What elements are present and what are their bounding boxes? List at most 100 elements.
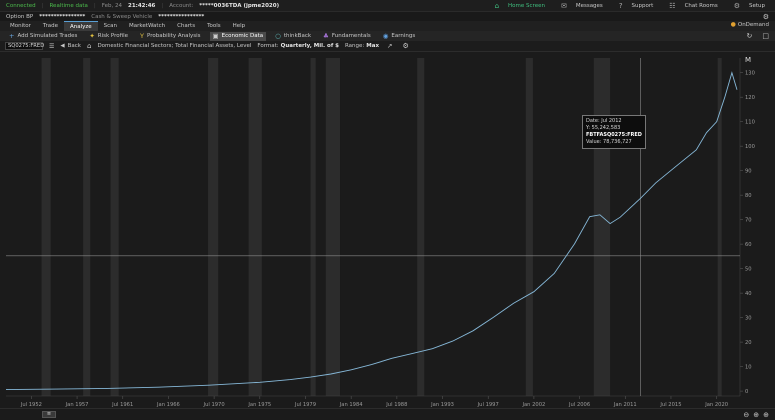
- recession-band: [593, 58, 611, 396]
- status-action-setup[interactable]: ⚙ Setup: [728, 2, 765, 10]
- tooltip-value-label: Value:: [586, 139, 602, 145]
- subtab-economic-data[interactable]: ▣ Economic Data: [209, 31, 267, 41]
- subtab-add-simulated-trades[interactable]: + Add Simulated Trades: [6, 32, 80, 41]
- format-label: Format:: [257, 43, 279, 49]
- chart-area[interactable]: Jul 1952 Jan 1957 Jul 1961 Jan 1966 Jul 1970…: [0, 52, 775, 408]
- probability-icon: Y: [140, 32, 145, 40]
- status-time: 21:42:46: [128, 2, 156, 9]
- tooltip-date-value: Jul 2012: [601, 118, 622, 124]
- chart-tooltip: Date: Jul 2012 Y: 55,242,583 FBTFASQ0275…: [582, 115, 646, 149]
- status-date: Feb, 24: [101, 2, 122, 9]
- subtab-fundamentals[interactable]: ♣ Fundamentals: [320, 32, 374, 41]
- status-action-label: Home Screen: [508, 2, 545, 9]
- tab-analyze[interactable]: Analyze: [63, 21, 98, 31]
- recession-band: [310, 58, 316, 396]
- subtab-label: Economic Data: [221, 33, 264, 39]
- subtab-probability-analysis[interactable]: Y Probability Analysis: [137, 32, 203, 41]
- status-action-label: Support: [631, 2, 654, 9]
- plus-icon: +: [9, 32, 15, 40]
- thinkback-icon: ○: [275, 32, 281, 40]
- zoom-out-icon[interactable]: ⊖: [743, 411, 749, 419]
- range-label: Range:: [344, 43, 365, 49]
- y-tick-label: 120: [745, 95, 755, 101]
- recession-band: [417, 58, 425, 396]
- symbol-input[interactable]: SQ0275:FRED: [5, 42, 44, 50]
- status-action-chat-rooms[interactable]: ☷ Chat Rooms: [663, 2, 717, 10]
- analyze-subtab-bar: + Add Simulated Trades ✦ Risk Profile Y Proba…: [0, 31, 775, 41]
- home-icon[interactable]: ⌂: [87, 42, 91, 50]
- y-unit-label: M: [745, 56, 751, 64]
- cash-sweep-label: Cash & Sweep Vehicle: [91, 13, 153, 20]
- share-icon[interactable]: ↗: [387, 42, 392, 50]
- chart-bottom-bar: ≡ ⊖ ⊕ ⊕: [0, 408, 775, 420]
- chat-icon: ☷: [669, 1, 676, 10]
- tooltip-y-value: 55,242,583: [591, 125, 621, 131]
- tab-charts[interactable]: Charts: [171, 21, 201, 31]
- y-tick-label: 90: [745, 169, 752, 175]
- subtab-label: Earnings: [391, 33, 416, 39]
- earnings-icon: ◉: [382, 32, 389, 40]
- back-button[interactable]: ◀ Back: [60, 43, 81, 49]
- y-tick-label: 0: [745, 389, 748, 395]
- format-value: Quarterly, Mil. of $: [280, 43, 339, 49]
- series-description: Domestic Financial Sectors; Total Financ…: [97, 43, 252, 49]
- subtab-label: Fundamentals: [331, 33, 371, 39]
- y-tick-label: 100: [745, 144, 755, 150]
- subtab-label: Add Simulated Trades: [17, 33, 78, 39]
- scrollbar-thumb[interactable]: ≡: [42, 411, 56, 418]
- status-action-support[interactable]: ? Support: [613, 2, 653, 10]
- refresh-icon[interactable]: ↻: [747, 32, 753, 40]
- settings-gear-icon[interactable]: ⚙: [402, 42, 408, 50]
- main-tab-bar: Monitor Trade Analyze Scan MarketWatch Charts…: [0, 21, 775, 31]
- subtab-earnings[interactable]: ◉ Earnings: [380, 32, 419, 41]
- ondemand-label: OnDemand: [737, 21, 769, 28]
- crosshair-icon[interactable]: ⊕: [753, 411, 759, 419]
- tab-scan[interactable]: Scan: [98, 21, 123, 31]
- status-action-home-screen[interactable]: ⌂ Home Screen: [489, 2, 545, 10]
- tab-marketwatch[interactable]: MarketWatch: [123, 21, 171, 31]
- data-mode: Realtime data: [49, 2, 88, 9]
- collapse-icon[interactable]: □: [762, 32, 769, 40]
- subtab-label: Risk Profile: [97, 33, 129, 39]
- option-bp-value: ****************: [39, 13, 86, 20]
- recession-band: [41, 58, 51, 396]
- recession-band: [325, 58, 341, 396]
- recession-band: [248, 58, 262, 396]
- subtab-label: thinkBack: [283, 33, 312, 39]
- home-icon: ⌂: [494, 1, 500, 10]
- y-tick-label: 20: [745, 340, 752, 346]
- cash-sweep-value: ****************: [158, 13, 205, 20]
- tab-trade[interactable]: Trade: [37, 21, 64, 31]
- recession-band: [110, 58, 119, 396]
- tab-monitor[interactable]: Monitor: [4, 21, 37, 31]
- economic-data-chart[interactable]: Jul 1952 Jan 1957 Jul 1961 Jan 1966 Jul 1970…: [0, 52, 775, 408]
- option-bp-label: Option BP: [6, 13, 34, 20]
- link-icon[interactable]: ☰: [49, 43, 54, 50]
- subtab-thinkback[interactable]: ○ thinkBack: [272, 32, 314, 41]
- tooltip-value-value: 78,736,727: [603, 139, 632, 145]
- tab-help[interactable]: Help: [227, 21, 252, 31]
- messages-icon: ✉: [560, 1, 567, 10]
- gear-icon[interactable]: ⚙: [763, 13, 769, 21]
- connection-status: Connected: [6, 2, 36, 9]
- y-tick-label: 60: [745, 242, 752, 248]
- recession-band: [525, 58, 533, 396]
- range-selector[interactable]: Range: Max: [345, 43, 379, 49]
- tooltip-date-label: Date:: [586, 118, 600, 124]
- tooltip-series: FBTFASQ0275:FRED: [586, 132, 642, 138]
- ondemand-button[interactable]: ● OnDemand: [731, 21, 769, 28]
- range-value: Max: [366, 43, 379, 49]
- status-action-messages[interactable]: ✉ Messages: [555, 2, 603, 10]
- account-value[interactable]: *****0036TDA (jpme2020): [199, 3, 279, 9]
- format-selector[interactable]: Format: Quarterly, Mil. of $: [257, 43, 339, 49]
- risk-icon: ✦: [89, 32, 95, 40]
- zoom-in-icon[interactable]: ⊕: [763, 411, 769, 419]
- tab-tools[interactable]: Tools: [201, 21, 227, 31]
- status-action-label: Messages: [575, 2, 603, 9]
- gear-icon: ⚙: [733, 1, 740, 10]
- chart-toolbar: SQ0275:FRED ☰ ◀ Back ⌂ Domestic Financial…: [0, 41, 775, 52]
- subtab-label: Probability Analysis: [147, 33, 201, 39]
- y-tick-label: 80: [745, 193, 752, 199]
- recession-band: [83, 58, 91, 396]
- subtab-risk-profile[interactable]: ✦ Risk Profile: [86, 32, 131, 41]
